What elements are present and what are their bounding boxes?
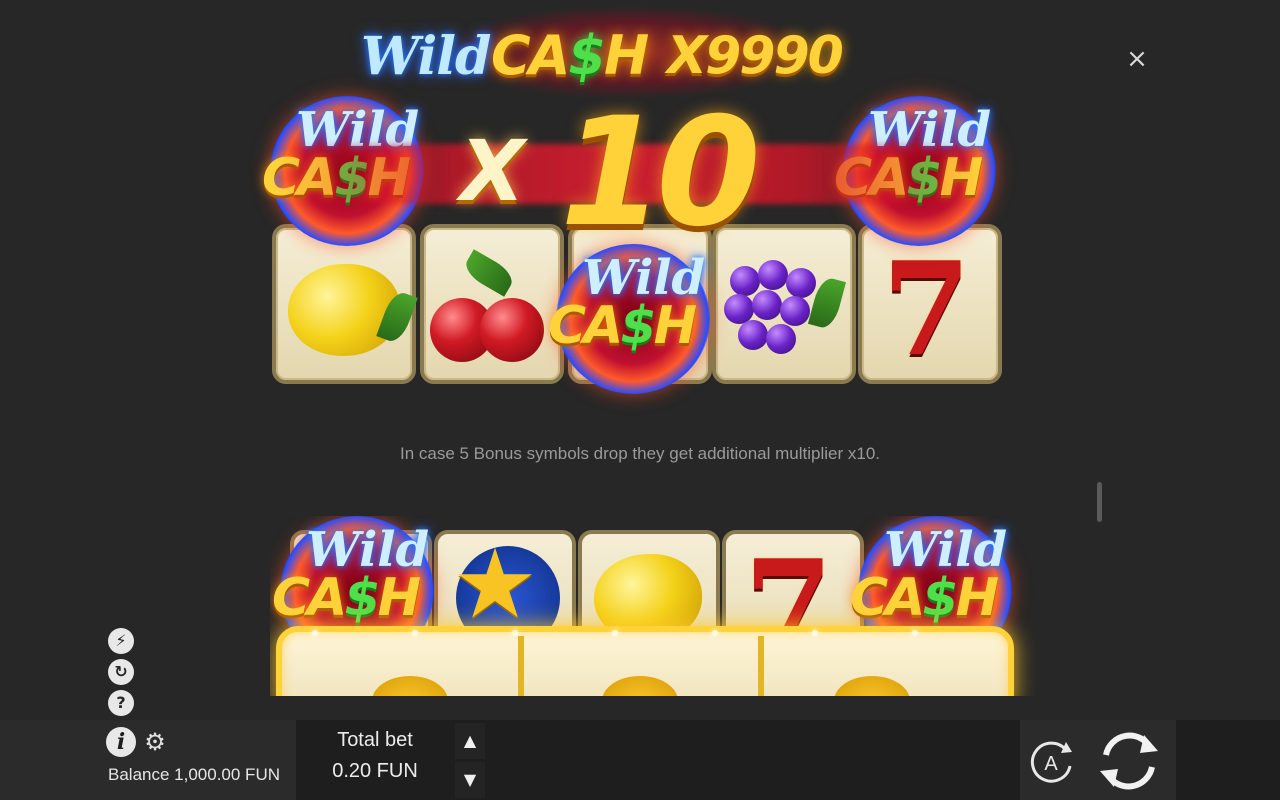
close-icon[interactable]: × (1124, 46, 1150, 72)
spin-icon (1100, 732, 1158, 790)
bottom-control-bar (0, 720, 1280, 800)
autoplay-button[interactable]: A (1026, 738, 1076, 786)
grape-icon (738, 320, 768, 350)
seven-icon: 7 (882, 235, 972, 385)
grape-icon (766, 324, 796, 354)
star-icon: ★ (452, 528, 539, 640)
coin-icon (602, 676, 678, 696)
bet-decrease-button[interactable]: ▼ (455, 762, 485, 798)
spin-button[interactable] (1092, 725, 1166, 797)
autoplay-icon: A (1030, 741, 1072, 783)
coin-icon (372, 676, 448, 696)
svg-text:A: A (1044, 753, 1058, 775)
grape-icon (752, 290, 782, 320)
logo-wild-text: Wild (361, 26, 491, 87)
help-icon[interactable]: ? (108, 690, 134, 716)
gear-icon[interactable]: ⚙ (143, 730, 167, 754)
turbo-icon[interactable]: ⚡ (108, 628, 134, 654)
paytable-description: In case 5 Bonus symbols drop they get ad… (399, 444, 881, 463)
cherry-icon (480, 298, 544, 362)
x10-multiplier-graphic: X 10 (280, 86, 980, 262)
coin-icon (834, 676, 910, 696)
wild-cash-badge: Wild CA$H (548, 244, 718, 394)
info-icon[interactable]: i (106, 727, 136, 757)
grape-icon (758, 260, 788, 290)
reel-cell-seven: 7 (858, 224, 1002, 384)
logo-cash-text: CA$H (491, 24, 649, 87)
scrollbar-thumb[interactable] (1097, 482, 1102, 522)
game-screen: Wild CA$H X9990 × 7 Wild Wild Wild CA$H … (0, 0, 1280, 800)
lemon-icon (288, 264, 400, 356)
total-bet-value: 0.20 FUN (332, 760, 418, 782)
balance-display: Balance 1,000.00 FUN (108, 765, 280, 784)
logo-multiplier-text: X9990 (667, 26, 844, 86)
paytable-illustration-lower: ★ 7 Wild CA$H Wild CA$H (270, 516, 1080, 696)
grape-icon (786, 268, 816, 298)
bonus-frame (276, 626, 1014, 696)
grape-icon (780, 296, 810, 326)
grape-icon (730, 266, 760, 296)
autoplay-history-icon[interactable]: ↻ (108, 659, 134, 685)
bet-increase-button[interactable]: ▲ (455, 723, 485, 759)
total-bet-label: Total bet (337, 729, 413, 751)
game-logo: Wild CA$H X9990 (355, 6, 895, 98)
reel-cell-lemon (272, 224, 418, 384)
